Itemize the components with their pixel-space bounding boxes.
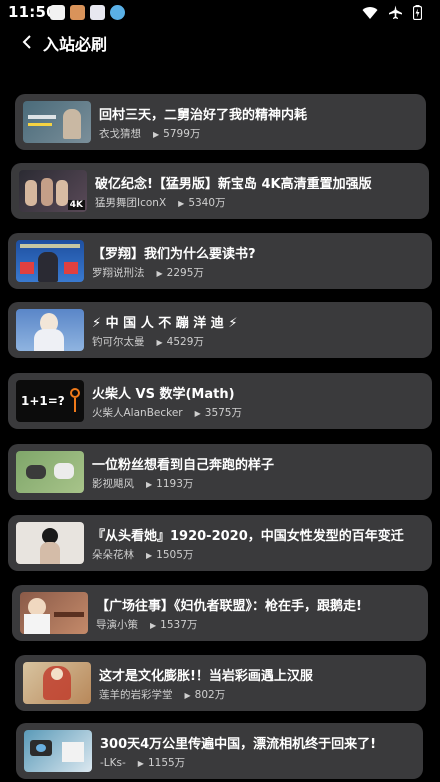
video-title: 回村三天，二舅治好了我的精神内耗	[99, 108, 308, 123]
video-thumbnail	[23, 662, 91, 704]
video-author: 导演小策	[96, 619, 138, 631]
app-bar: 入站必刷	[0, 26, 440, 66]
video-card[interactable]: 一位粉丝想看到自己奔跑的样子 影视飓风 ▶ 1193万	[8, 444, 432, 500]
video-thumbnail	[16, 522, 84, 564]
view-count: 1505万	[156, 549, 194, 561]
view-count: 802万	[194, 689, 226, 701]
video-title: 火柴人 VS 数学(Math)	[92, 387, 235, 402]
video-card[interactable]: 1+1=? 火柴人 VS 数学(Math) 火柴人AlanBecker ▶ 3575…	[8, 373, 432, 429]
video-title: 一位粉丝想看到自己奔跑的样子	[92, 458, 275, 473]
play-count-icon: ▶	[156, 269, 163, 278]
video-author: 钓可尔太曼	[92, 336, 145, 348]
view-count: 5799万	[163, 128, 201, 140]
video-thumbnail	[23, 101, 91, 143]
video-meta: 衣戈猜想 ▶ 5799万	[99, 126, 200, 141]
view-count: 1155万	[147, 757, 186, 769]
video-thumbnail	[20, 592, 88, 634]
video-thumbnail	[16, 451, 84, 493]
video-meta: 罗翔说刑法 ▶ 2295万	[92, 265, 204, 280]
video-meta: 朵朵花林 ▶ 1505万	[92, 547, 193, 562]
status-bar: 11:50	[0, 0, 440, 26]
video-title: 【广场往事】《妇仇者联盟》：枪在手，跟鹅走!	[96, 599, 362, 614]
video-thumbnail: 1+1=?	[16, 380, 84, 422]
video-author: 衣戈猜想	[99, 128, 141, 140]
video-title: 【罗翔】我们为什么要读书?	[92, 247, 256, 262]
view-count: 4529万	[166, 336, 204, 348]
video-card[interactable]: 4K 破亿纪念!【猛男版】新宝岛 4K高清重置加强版 猛男舞团IconX ▶ 534…	[11, 163, 429, 219]
video-author: 罗翔说刑法	[92, 267, 145, 279]
video-thumbnail	[16, 309, 84, 351]
video-author: 莲羊的岩彩学堂	[99, 689, 173, 701]
video-meta: 影视飓风 ▶ 1193万	[92, 476, 193, 491]
play-count-icon: ▶	[137, 759, 144, 768]
video-card[interactable]: 『从头看她』1920-2020，中国女性发型的百年变迁 朵朵花林 ▶ 1505万	[8, 515, 432, 571]
video-author: 影视飓风	[92, 478, 134, 490]
video-meta: -LKs- ▶ 1155万	[100, 755, 185, 770]
notification-icon	[50, 5, 65, 20]
video-meta: 导演小策 ▶ 1537万	[96, 617, 197, 632]
video-thumbnail: 4K	[19, 170, 87, 212]
video-thumbnail	[16, 240, 84, 282]
play-count-icon: ▶	[184, 691, 191, 700]
video-title: 『从头看她』1920-2020，中国女性发型的百年变迁	[92, 529, 404, 544]
airplane-icon	[388, 5, 403, 24]
play-count-icon: ▶	[150, 621, 157, 630]
avatar-notification-icon	[70, 5, 85, 20]
wifi-icon	[362, 5, 378, 24]
view-count: 1537万	[160, 619, 198, 631]
video-title: 破亿纪念!【猛男版】新宝岛 4K高清重置加强版	[95, 177, 372, 192]
video-author: 朵朵花林	[92, 549, 134, 561]
app-notification-icon	[90, 5, 105, 20]
video-card[interactable]: 这才是文化膨胀!！当岩彩画遇上汉服 莲羊的岩彩学堂 ▶ 802万	[15, 655, 426, 711]
video-card[interactable]: 【广场往事】《妇仇者联盟》：枪在手，跟鹅走! 导演小策 ▶ 1537万	[12, 585, 428, 641]
play-count-icon: ▶	[153, 130, 160, 139]
play-count-icon: ▶	[178, 199, 185, 208]
browser-notification-icon	[110, 5, 125, 20]
video-title: ⚡ 中 国 人 不 蹦 洋 迪 ⚡	[92, 316, 238, 331]
battery-icon	[412, 5, 423, 24]
view-count: 5340万	[188, 197, 226, 209]
play-count-icon: ▶	[156, 338, 163, 347]
video-meta: 猛男舞团IconX ▶ 5340万	[95, 195, 226, 210]
video-meta: 钓可尔太曼 ▶ 4529万	[92, 334, 204, 349]
view-count: 2295万	[166, 267, 204, 279]
video-thumbnail	[24, 730, 92, 772]
play-count-icon: ▶	[146, 551, 153, 560]
video-author: 猛男舞团IconX	[95, 197, 167, 209]
view-count: 1193万	[156, 478, 194, 490]
video-card[interactable]: 【罗翔】我们为什么要读书? 罗翔说刑法 ▶ 2295万	[8, 233, 432, 289]
back-arrow-icon[interactable]	[20, 32, 38, 52]
video-title: 300天4万公里传遍中国，漂流相机终于回来了!	[100, 737, 377, 752]
video-card[interactable]: 300天4万公里传遍中国，漂流相机终于回来了! -LKs- ▶ 1155万	[16, 723, 423, 779]
page-title: 入站必刷	[43, 35, 108, 54]
play-count-icon: ▶	[194, 409, 201, 418]
video-title: 这才是文化膨胀!！当岩彩画遇上汉服	[99, 669, 313, 684]
video-card[interactable]: 回村三天，二舅治好了我的精神内耗 衣戈猜想 ▶ 5799万	[15, 94, 426, 150]
view-count: 3575万	[204, 407, 242, 419]
video-card[interactable]: ⚡ 中 国 人 不 蹦 洋 迪 ⚡ 钓可尔太曼 ▶ 4529万	[8, 302, 432, 358]
video-author: -LKs-	[100, 757, 126, 769]
video-meta: 火柴人AlanBecker ▶ 3575万	[92, 405, 242, 420]
video-author: 火柴人AlanBecker	[92, 407, 183, 419]
play-count-icon: ▶	[146, 480, 153, 489]
video-meta: 莲羊的岩彩学堂 ▶ 802万	[99, 687, 225, 702]
